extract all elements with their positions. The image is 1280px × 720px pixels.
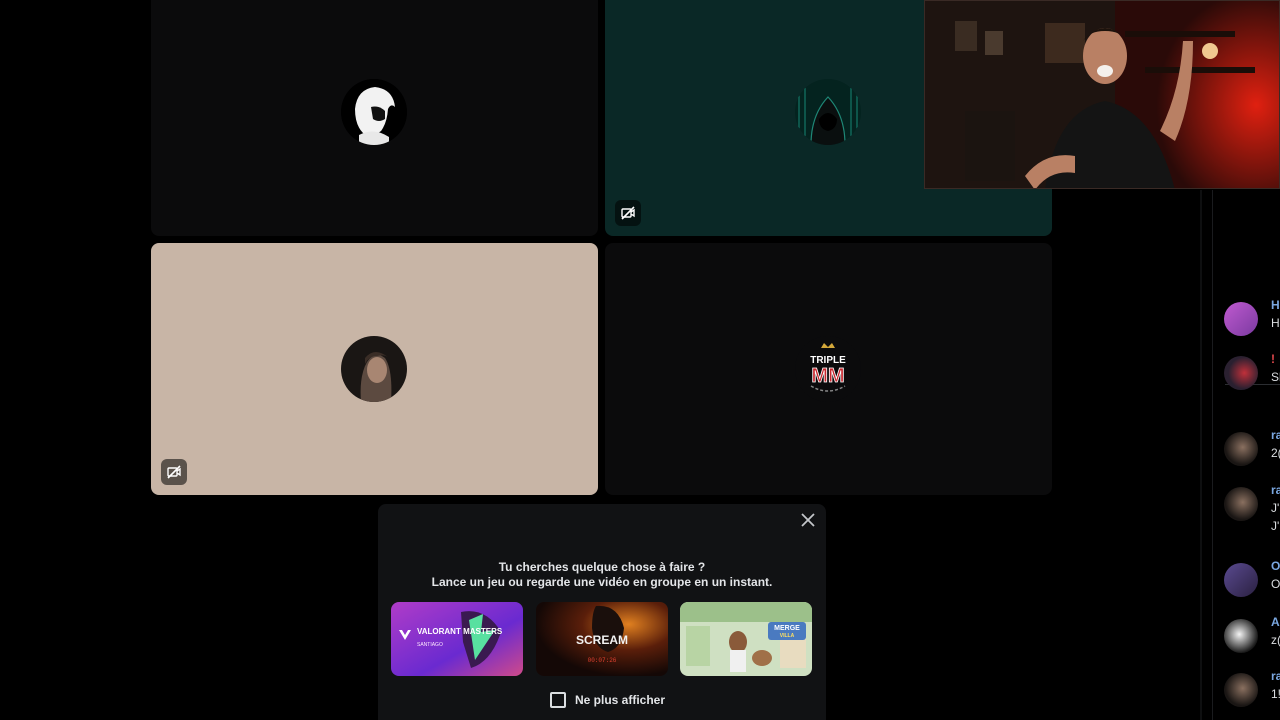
chat-text: 1! — [1271, 687, 1280, 701]
chat-avatar[interactable] — [1224, 619, 1258, 653]
participant-tile-1[interactable] — [151, 0, 598, 236]
chat-text: z( — [1271, 633, 1280, 647]
activity-card-valorant[interactable]: VALORANT MASTERS SANTIAGO — [391, 602, 523, 676]
chat-text: J' — [1271, 501, 1280, 515]
activity-title-valorant: VALORANT MASTERS — [417, 627, 503, 636]
popup-subheading: Lance un jeu ou regarde une vidéo en gro… — [431, 575, 773, 589]
chat-avatar[interactable] — [1224, 673, 1258, 707]
chat-avatar[interactable] — [1224, 432, 1258, 466]
chat-text: 2( — [1271, 446, 1280, 460]
streamer-webcam — [924, 0, 1280, 189]
chat-text: Sl — [1271, 370, 1280, 384]
chat-text: J' — [1271, 519, 1280, 533]
chat-text: H — [1271, 316, 1280, 330]
dont-show-again-option[interactable]: Ne plus afficher — [550, 692, 665, 708]
popup-heading: Tu cherches quelque chose à faire ? — [498, 560, 706, 574]
participant-avatar-1 — [341, 79, 407, 145]
close-icon — [801, 513, 815, 527]
activity-title-merge: MERGE — [774, 625, 800, 632]
chat-username[interactable]: ra — [1271, 669, 1280, 683]
chat-username[interactable]: O — [1271, 559, 1280, 573]
chat-message: ! Sl — [1224, 352, 1280, 392]
chat-avatar[interactable] — [1224, 563, 1258, 597]
activity-suggestion-popup: Tu cherches quelque chose à faire ? Lanc… — [378, 504, 826, 720]
logo-text-mm: MM — [811, 365, 844, 387]
activity-card-scream[interactable]: SCREAM 00:07:26 — [536, 602, 668, 676]
chat-username[interactable]: ! — [1271, 352, 1275, 366]
chat-username[interactable]: ra — [1271, 428, 1280, 442]
participant-tile-4[interactable]: TRIPLE MM — [605, 243, 1052, 495]
activity-sub-valorant: SANTIAGO — [417, 642, 443, 648]
participant-tile-3[interactable] — [151, 243, 598, 495]
chat-avatar[interactable] — [1224, 356, 1258, 390]
chat-text: O — [1271, 577, 1280, 591]
chat-message: ra 1! — [1224, 669, 1280, 709]
chat-username[interactable]: A — [1271, 615, 1280, 629]
camera-off-badge — [161, 459, 187, 485]
close-button[interactable] — [798, 510, 818, 530]
chat-message: A z( — [1224, 615, 1280, 655]
chat-message: O O — [1224, 559, 1280, 599]
activity-sub-merge: VILLA — [780, 633, 795, 639]
chat-panel-scrollbar[interactable] — [1200, 190, 1202, 720]
activity-sub-scream: 00:07:26 — [588, 657, 617, 664]
chat-message: ra 2( — [1224, 428, 1280, 468]
dont-show-again-checkbox[interactable] — [550, 692, 566, 708]
activity-title-scream: SCREAM — [576, 633, 628, 647]
chat-username[interactable]: H — [1271, 298, 1280, 312]
participant-avatar-3 — [341, 336, 407, 402]
chat-message: ra J' J' — [1224, 483, 1280, 533]
participant-avatar-2 — [795, 79, 861, 145]
chat-message: H H — [1224, 298, 1280, 338]
chat-avatar[interactable] — [1224, 302, 1258, 336]
camera-off-icon — [167, 465, 181, 479]
camera-off-badge — [615, 200, 641, 226]
chat-avatar[interactable] — [1224, 487, 1258, 521]
participant-avatar-4: TRIPLE MM — [795, 336, 861, 402]
chat-username[interactable]: ra — [1271, 483, 1280, 497]
dont-show-again-label: Ne plus afficher — [575, 693, 666, 707]
camera-off-icon — [621, 206, 635, 220]
activity-card-merge-villa[interactable]: MERGE VILLA — [680, 602, 812, 676]
